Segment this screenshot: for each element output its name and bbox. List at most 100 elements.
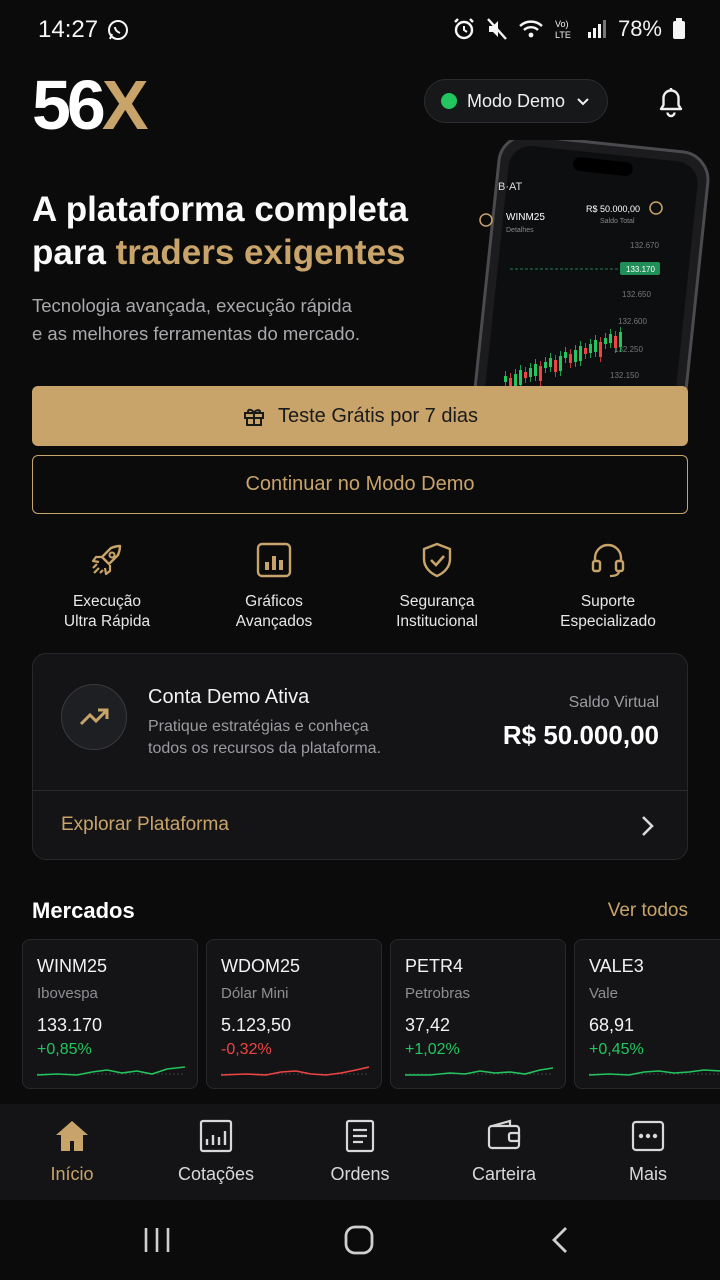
rocket-icon (91, 544, 122, 576)
headset-icon (591, 543, 625, 578)
mock-candle (594, 340, 597, 352)
chart-bars-icon (256, 542, 292, 578)
mode-selector[interactable]: Modo Demo (424, 79, 608, 123)
alarm-icon (454, 18, 474, 40)
quotes-chart-icon (199, 1119, 233, 1153)
whatsapp-icon (108, 20, 128, 40)
mock-price-4: 132.150 (610, 371, 639, 380)
mock-candle (539, 366, 542, 381)
wifi-icon (519, 20, 543, 38)
demo-description: Pratique estratégias e conheça todos os … (148, 718, 382, 757)
nav-quotes[interactable]: Cotações (144, 1118, 288, 1185)
mock-candle (569, 354, 572, 363)
chevron-right-icon[interactable] (635, 812, 659, 840)
free-trial-label: Teste Grátis por 7 dias (277, 404, 479, 427)
status-icons: Vo) LTE 78% (452, 16, 686, 42)
nav-wallet[interactable]: Carteira (432, 1118, 576, 1185)
divider (33, 790, 687, 791)
explore-platform-link[interactable]: Explorar Plataforma (61, 814, 229, 836)
mock-candle (559, 356, 562, 371)
mock-price-1: 132.650 (622, 290, 651, 299)
mock-candle (524, 372, 527, 378)
mock-candle (549, 358, 552, 367)
brand-logo: 56X (32, 66, 149, 144)
hero-subtitle: Tecnologia avançada, execução rápida e a… (32, 295, 361, 344)
market-card[interactable]: WDOM25 Dólar Mini 5.123,50 -0,32% (206, 939, 382, 1089)
feature-charts: Gráficos Avançados (194, 540, 354, 632)
bell-icon[interactable] (652, 82, 690, 120)
mock-price-badge: 133.170 (626, 265, 655, 274)
mock-candle (604, 338, 607, 344)
virtual-balance-value: R$ 50.000,00 (502, 720, 659, 750)
more-icon (631, 1120, 665, 1152)
nav-orders[interactable]: Ordens (288, 1118, 432, 1185)
orders-list-icon (345, 1119, 375, 1153)
wallet-icon (487, 1119, 521, 1150)
mock-balance-sub: Saldo Total (600, 218, 635, 225)
sparkline (37, 1066, 185, 1076)
home-icon (56, 1121, 88, 1151)
sparkline (405, 1067, 553, 1076)
back-icon[interactable] (548, 1224, 574, 1256)
nav-home[interactable]: Início (0, 1118, 144, 1185)
trend-up-icon (61, 684, 127, 750)
mock-candle (584, 348, 587, 354)
mock-candle (529, 368, 532, 377)
gift-icon (243, 408, 264, 426)
continue-demo-button[interactable]: Continuar no Modo Demo (32, 455, 688, 514)
phone-mockup-graphic: B·AT WINM25 Detalhes R$ 50.000,00 Saldo … (472, 140, 710, 400)
feature-support: Suporte Especializado (528, 540, 688, 632)
mock-balance: R$ 50.000,00 (586, 204, 640, 214)
mock-price-2: 132.600 (618, 317, 647, 326)
mock-candle (554, 360, 557, 372)
mock-candle (599, 342, 602, 357)
market-card[interactable]: VALE3 Vale 68,91 +0,45% (574, 939, 720, 1089)
phone-mockup-image: B·AT WINM25 Detalhes R$ 50.000,00 Saldo … (440, 140, 710, 400)
mock-candle (519, 370, 522, 385)
mock-carrier: B·AT (498, 181, 523, 193)
chevron-down-icon (577, 98, 589, 106)
mute-icon (487, 18, 507, 40)
mock-candle (574, 350, 577, 362)
mock-price-3: 132.250 (614, 345, 643, 354)
shield-check-icon (422, 542, 452, 578)
demo-title: Conta Demo Ativa (148, 686, 310, 708)
mock-candle (589, 344, 592, 353)
battery-percent: 78% (617, 16, 662, 41)
mock-candle (544, 362, 547, 368)
status-bar: 14:27 Vo) LTE 78% (0, 0, 720, 60)
sparkline (221, 1066, 369, 1076)
virtual-balance-label: Saldo Virtual (568, 694, 659, 711)
mock-candle (614, 336, 617, 348)
mock-candle (609, 334, 612, 343)
see-all-markets-link[interactable]: Ver todos (608, 900, 688, 922)
mock-candle (619, 332, 622, 347)
mock-candle (504, 376, 507, 382)
nav-more[interactable]: Mais (576, 1118, 720, 1185)
market-card[interactable]: WINM25 Ibovespa 133.170 +0,85% (22, 939, 198, 1089)
home-button-icon[interactable] (343, 1224, 375, 1256)
signal-icon (587, 20, 606, 38)
mock-symbol-sub: Detalhes (506, 227, 534, 234)
volte-icon: Vo)LTE (555, 19, 571, 40)
status-time: 14:27 (38, 16, 99, 43)
mock-price-0: 132.670 (630, 241, 659, 250)
feature-execution: Execução Ultra Rápida (27, 540, 187, 632)
svg-text:Vo): Vo) (555, 19, 569, 29)
svg-text:LTE: LTE (555, 30, 571, 40)
free-trial-button[interactable]: Teste Grátis por 7 dias (32, 386, 688, 446)
hero-title: A plataforma completa para traders exige… (32, 190, 409, 272)
recent-apps-icon[interactable] (142, 1224, 172, 1256)
feature-security: Segurança Institucional (357, 540, 517, 632)
mock-candle (514, 374, 517, 386)
mode-status-dot (441, 93, 457, 109)
markets-title: Mercados (32, 898, 135, 923)
mock-candle (564, 352, 567, 358)
mock-symbol: WINM25 (506, 212, 545, 223)
continue-demo-label: Continuar no Modo Demo (245, 473, 475, 495)
demo-account-card: Conta Demo Ativa Pratique estratégias e … (32, 653, 688, 860)
mock-candle (579, 346, 582, 361)
mock-candle (534, 364, 537, 376)
sparkline (589, 1069, 720, 1076)
market-card[interactable]: PETR4 Petrobras 37,42 +1,02% (390, 939, 566, 1089)
